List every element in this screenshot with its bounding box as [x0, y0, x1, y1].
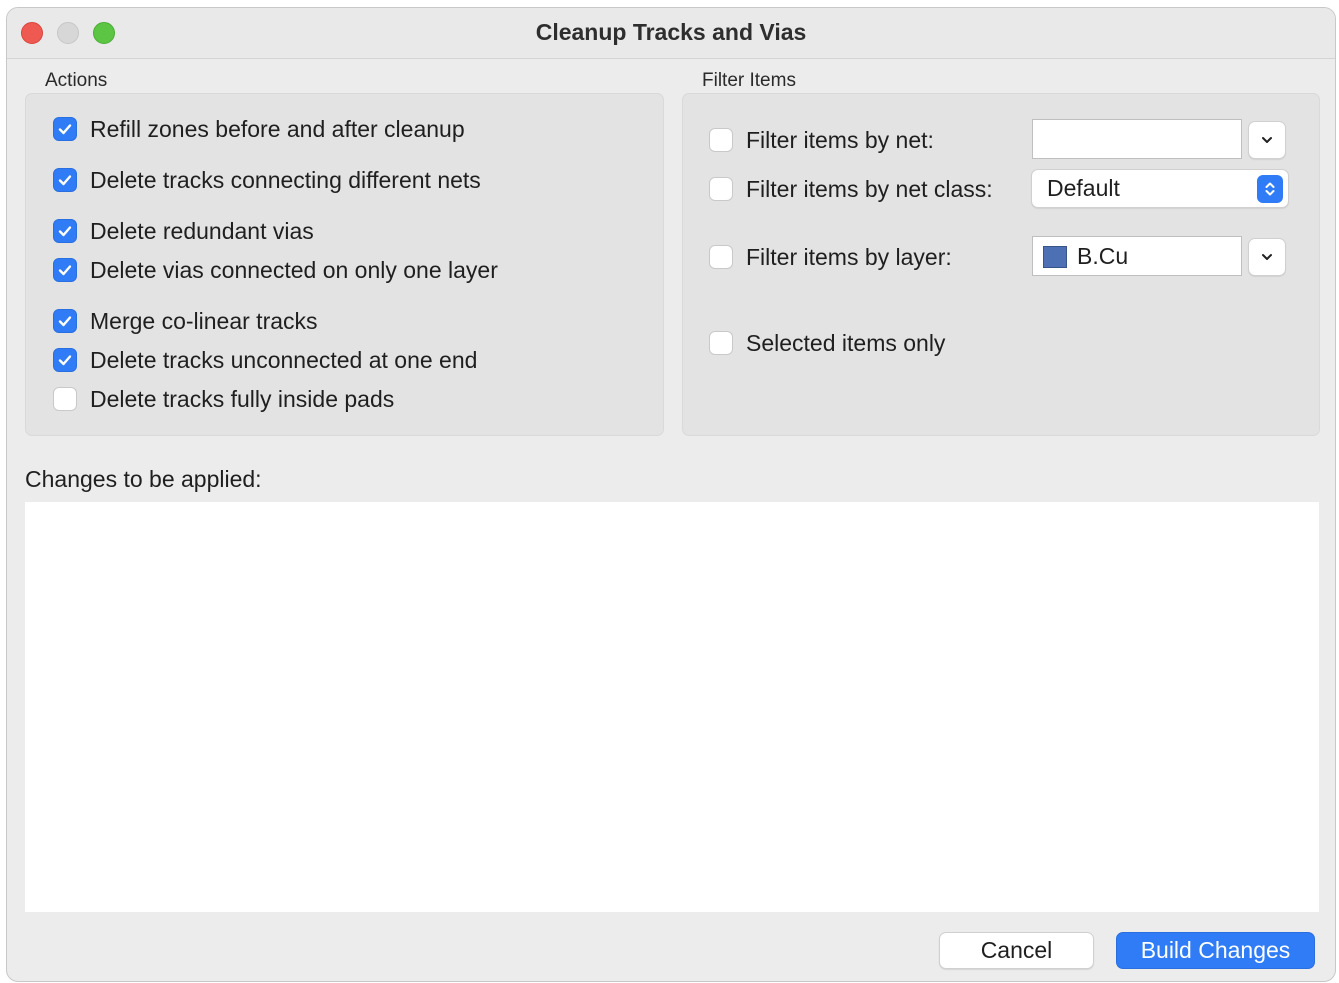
checkbox-checked-icon[interactable] [53, 258, 77, 282]
checkbox-label: Delete tracks unconnected at one end [90, 346, 478, 373]
layer-select-value: B.Cu [1077, 243, 1129, 269]
checkbox-label: Refill zones before and after cleanup [90, 115, 465, 142]
checkbox-label: Filter items by net class: [746, 175, 993, 202]
actions-group-label: Actions [45, 70, 108, 91]
checkbox-unchecked-icon[interactable] [709, 331, 733, 355]
changes-list[interactable] [25, 502, 1319, 912]
action-delete-shorting-tracks[interactable]: Delete tracks connecting different nets [53, 165, 481, 195]
checkbox-label: Selected items only [746, 329, 946, 356]
checkbox-unchecked-icon[interactable] [709, 128, 733, 152]
filter-by-net-row[interactable]: Filter items by net: [709, 125, 934, 155]
checkbox-label: Filter items by layer: [746, 243, 952, 270]
selected-only-row[interactable]: Selected items only [709, 328, 945, 358]
checkbox-checked-icon[interactable] [53, 168, 77, 192]
checkbox-unchecked-icon[interactable] [53, 387, 77, 411]
action-delete-redundant-vias[interactable]: Delete redundant vias [53, 216, 314, 246]
action-merge-colinear-tracks[interactable]: Merge co-linear tracks [53, 306, 318, 336]
changes-label: Changes to be applied: [25, 466, 262, 492]
checkbox-label: Delete redundant vias [90, 217, 314, 244]
up-down-stepper-icon [1257, 175, 1283, 203]
action-delete-dangling-tracks[interactable]: Delete tracks unconnected at one end [53, 345, 477, 375]
chevron-down-icon [1262, 137, 1272, 143]
checkbox-checked-icon[interactable] [53, 219, 77, 243]
checkbox-unchecked-icon[interactable] [709, 245, 733, 269]
layer-color-swatch [1043, 246, 1067, 268]
checkbox-label: Delete vias connected on only one layer [90, 256, 498, 283]
cancel-button[interactable]: Cancel [939, 932, 1094, 969]
checkbox-checked-icon[interactable] [53, 348, 77, 372]
netclass-select[interactable]: Default [1031, 169, 1289, 208]
netclass-select-value: Default [1047, 175, 1120, 201]
build-changes-button[interactable]: Build Changes [1116, 932, 1315, 969]
layer-dropdown-button[interactable] [1248, 238, 1286, 276]
action-delete-tracks-in-pads[interactable]: Delete tracks fully inside pads [53, 384, 394, 414]
filter-by-layer-row[interactable]: Filter items by layer: [709, 242, 952, 272]
title-bar[interactable]: Cleanup Tracks and Vias [7, 8, 1335, 59]
action-refill-zones[interactable]: Refill zones before and after cleanup [53, 114, 465, 144]
checkbox-checked-icon[interactable] [53, 117, 77, 141]
window-title: Cleanup Tracks and Vias [535, 19, 807, 45]
chevron-down-icon [1262, 254, 1272, 260]
dialog-window: Cleanup Tracks and Vias Actions Refill z… [6, 7, 1336, 982]
action-delete-single-layer-vias[interactable]: Delete vias connected on only one layer [53, 255, 498, 285]
net-filter-input[interactable] [1032, 119, 1242, 159]
checkbox-label: Merge co-linear tracks [90, 307, 318, 334]
filter-by-netclass-row[interactable]: Filter items by net class: [709, 174, 993, 204]
filter-group-label: Filter Items [702, 70, 796, 91]
layer-select-field[interactable]: B.Cu [1032, 236, 1242, 276]
checkbox-unchecked-icon[interactable] [709, 177, 733, 201]
checkbox-label: Delete tracks fully inside pads [90, 385, 395, 412]
checkbox-label: Delete tracks connecting different nets [90, 166, 481, 193]
checkbox-checked-icon[interactable] [53, 309, 77, 333]
checkbox-label: Filter items by net: [746, 126, 934, 153]
net-filter-dropdown-button[interactable] [1248, 121, 1286, 159]
